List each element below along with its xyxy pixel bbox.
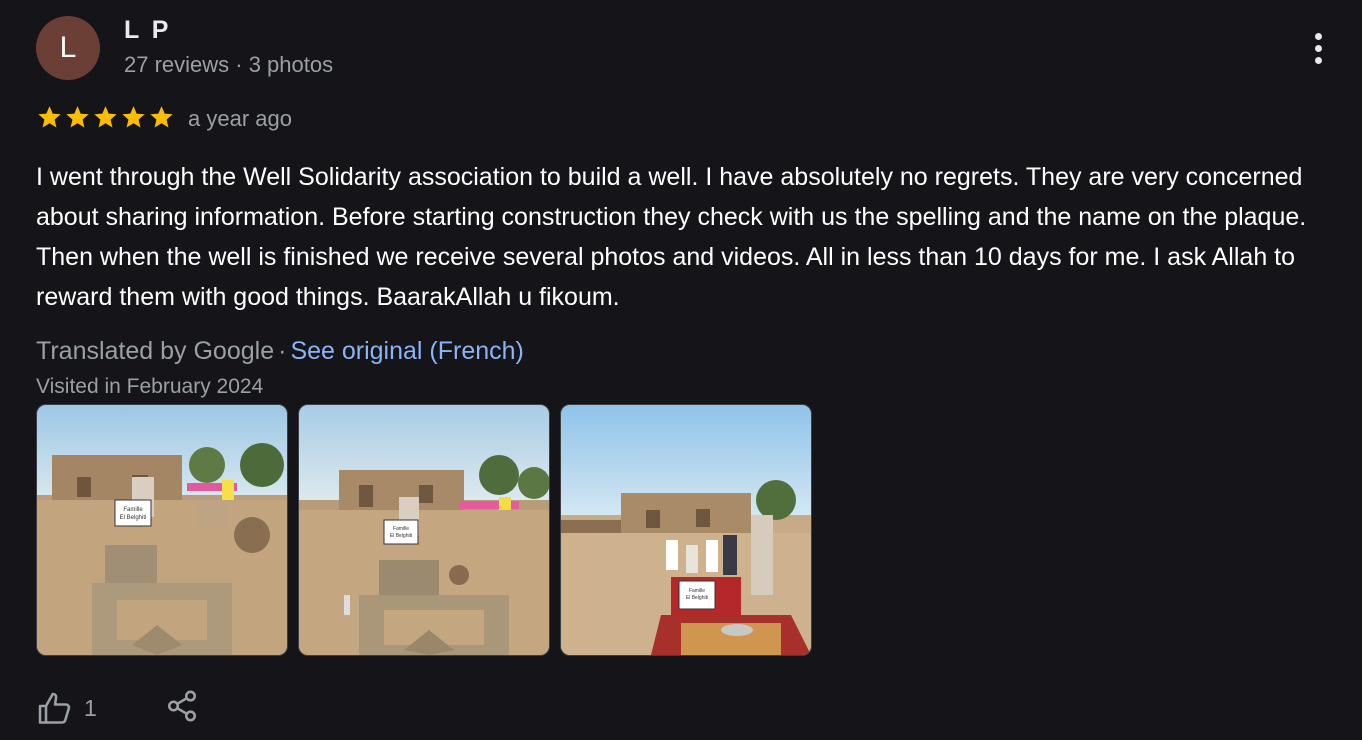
- more-vert-icon-dot: [1314, 56, 1322, 64]
- author-meta: 27 reviews · 3 photos: [124, 52, 334, 77]
- star-rating: [36, 104, 175, 130]
- plaque-text: Famille: [123, 507, 143, 513]
- more-vert-icon-dot: [1314, 44, 1322, 52]
- review-photo-1[interactable]: Famille El Belghiti: [36, 404, 288, 656]
- plaque-text: Famille: [689, 588, 705, 594]
- visited-date: Visited in February 2024: [36, 375, 264, 398]
- see-original-link[interactable]: See original (French): [290, 337, 523, 365]
- star-icon: [38, 106, 61, 128]
- star-icon: [150, 106, 173, 128]
- review-card: L L P 27 reviews · 3 photos a year ago I…: [0, 0, 1362, 740]
- avatar-initial: L: [59, 31, 77, 64]
- photo-image: Famille El Belghiti: [37, 405, 287, 655]
- plaque-text: El Belghiti: [686, 595, 708, 601]
- avatar[interactable]: L: [36, 16, 100, 80]
- review-photo-3[interactable]: Famille El Belghiti: [560, 404, 812, 656]
- like-button[interactable]: 1: [36, 691, 97, 727]
- star-icon: [94, 106, 117, 128]
- review-actions: 1: [36, 688, 199, 729]
- photo-image: Famille El Belghiti: [561, 405, 811, 655]
- author-name[interactable]: L P: [124, 16, 171, 45]
- photo-image: Famille El Belghiti: [299, 405, 549, 655]
- review-text: I went through the Well Solidarity assoc…: [36, 163, 1307, 311]
- share-button[interactable]: [165, 688, 199, 729]
- plaque-text: Famille: [393, 526, 409, 532]
- more-options-button[interactable]: [1300, 28, 1336, 68]
- plaque-text: El Belghiti: [390, 533, 412, 539]
- share-icon: [167, 690, 196, 722]
- separator: ·: [278, 337, 287, 365]
- photo-gallery: Famille El Belghiti Famille El Belghiti …: [36, 404, 812, 656]
- review-photo-2[interactable]: Famille El Belghiti: [298, 404, 550, 656]
- translated-label: Translated by Google: [36, 337, 275, 365]
- like-count: 1: [84, 695, 97, 721]
- more-vert-icon: [1314, 32, 1322, 40]
- plaque-text: El Belghiti: [120, 515, 147, 521]
- review-time: a year ago: [188, 106, 292, 131]
- thumb-up-icon: [38, 692, 71, 724]
- translation-row: Translated by Google · See original (Frenc…: [36, 337, 524, 366]
- star-icon: [66, 106, 89, 128]
- star-icon: [122, 106, 145, 128]
